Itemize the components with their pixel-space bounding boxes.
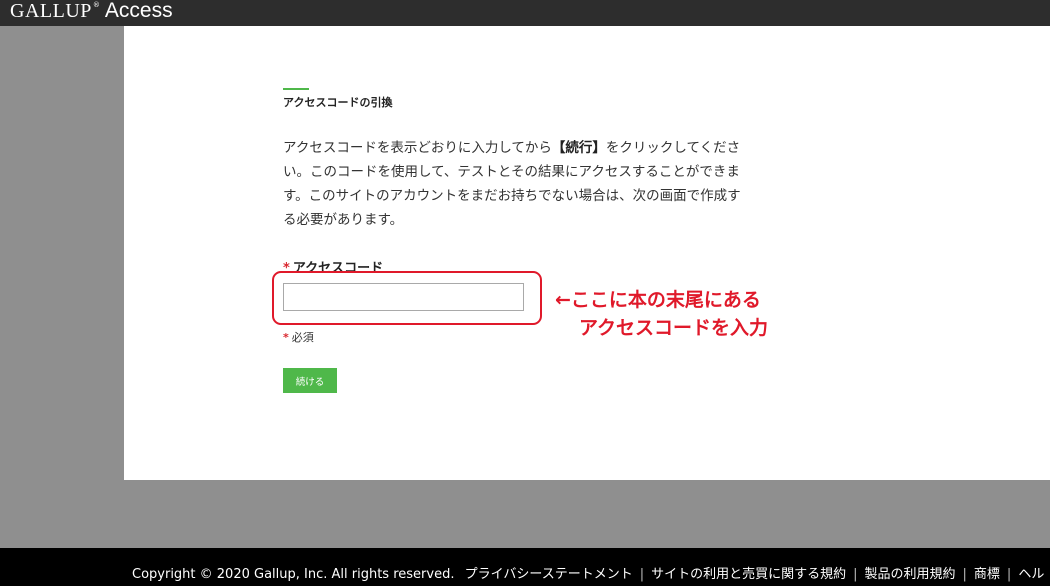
annotation-highlight-box bbox=[272, 271, 542, 325]
footer-separator: | bbox=[962, 567, 967, 582]
annotation-line-1: ←ここに本の末尾にある bbox=[555, 289, 761, 311]
footer-separator: | bbox=[1006, 567, 1012, 582]
instructions: アクセスコードを表示どおりに入力してから【続行】をクリックしてください。このコー… bbox=[283, 136, 753, 232]
footer-link-site-terms[interactable]: サイトの利用と売買に関する規約 bbox=[651, 567, 846, 582]
instructions-continue-ref: 【続行】 bbox=[551, 140, 606, 156]
content-panel: アクセスコードの引換 アクセスコードを表示どおりに入力してから【続行】をクリック… bbox=[124, 26, 1050, 480]
footer-separator: | bbox=[639, 567, 645, 582]
required-note-text: 必須 bbox=[291, 331, 314, 344]
brand-product-name: Access bbox=[104, 0, 173, 22]
top-bar: GALLUP® Access bbox=[0, 0, 1050, 26]
section-title: アクセスコードの引換 bbox=[283, 96, 393, 109]
brand-logo-text: GALLUP bbox=[10, 0, 92, 22]
footer-link-trademarks[interactable]: 商標 bbox=[974, 567, 1000, 582]
gallup-access-logo[interactable]: GALLUP® Access bbox=[10, 0, 173, 22]
footer-link-product-terms[interactable]: 製品の利用規約 bbox=[865, 567, 956, 582]
section-accent-bar bbox=[283, 88, 309, 90]
footer-link-privacy[interactable]: プライバシーステートメント bbox=[465, 567, 633, 582]
footer-text: Copyright © 2020 Gallup, Inc. All rights… bbox=[132, 567, 1044, 583]
copyright-text: Copyright © 2020 Gallup, Inc. All rights… bbox=[132, 567, 455, 582]
footer: Copyright © 2020 Gallup, Inc. All rights… bbox=[0, 548, 1050, 586]
instructions-part1: アクセスコードを表示どおりに入力してから bbox=[283, 140, 552, 156]
annotation-text: ←ここに本の末尾にある アクセスコードを入力 bbox=[555, 286, 768, 342]
annotation-line-2: アクセスコードを入力 bbox=[579, 317, 769, 339]
footer-separator: | bbox=[853, 567, 858, 582]
footer-link-help[interactable]: ヘル bbox=[1018, 567, 1044, 582]
required-note: * 必須 bbox=[283, 329, 314, 345]
required-note-mark: * bbox=[283, 331, 289, 344]
continue-button[interactable]: 続ける bbox=[283, 368, 337, 393]
registered-mark: ® bbox=[92, 1, 100, 9]
